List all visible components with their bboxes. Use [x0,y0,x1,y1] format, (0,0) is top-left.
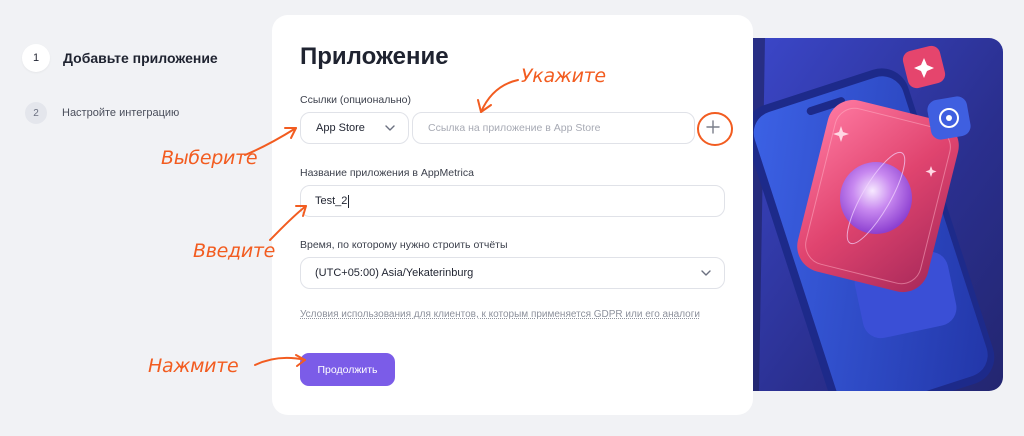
step-label: Добавьте приложение [63,50,218,66]
timezone-select[interactable]: (UTC+05:00) Asia/Yekaterinburg [300,257,725,289]
app-name-label: Название приложения в AppMetrica [300,167,474,179]
chevron-down-icon [699,266,713,283]
step-number: 1 [22,44,50,72]
app-name-input[interactable]: Test_2 [300,185,725,217]
app-url-placeholder: Ссылка на приложение в App Store [428,122,601,134]
page-title: Приложение [300,43,449,70]
add-link-button[interactable] [698,114,728,144]
store-select[interactable]: App Store [300,112,409,144]
annotation-specify: Укажите [521,65,606,87]
annotation-enter: Введите [193,240,276,262]
text-caret [348,194,350,208]
links-label: Ссылки (опционально) [300,94,411,106]
step-integration[interactable]: 2 Настройте интеграцию [25,102,179,124]
annotation-choose: Выберите [161,147,258,169]
step-add-app[interactable]: 1 Добавьте приложение [22,44,218,72]
store-select-value: App Store [316,122,365,134]
app-url-input[interactable]: Ссылка на приложение в App Store [412,112,695,144]
timezone-value: (UTC+05:00) Asia/Yekaterinburg [315,267,474,279]
continue-button[interactable]: Продолжить [300,353,395,386]
annotation-press: Нажмите [148,355,239,377]
app-form-card: Приложение Ссылки (опционально) App Stor… [272,15,753,415]
chevron-down-icon [383,121,397,138]
step-label: Настройте интеграцию [62,107,180,119]
app-name-value: Test_2 [315,195,348,207]
step-number: 2 [25,102,47,124]
app-illustration [753,38,1003,391]
timezone-label: Время, по которому нужно строить отчёты [300,239,508,251]
gdpr-terms-link[interactable]: Условия использования для клиентов, к ко… [300,309,700,320]
plus-icon [705,119,721,140]
